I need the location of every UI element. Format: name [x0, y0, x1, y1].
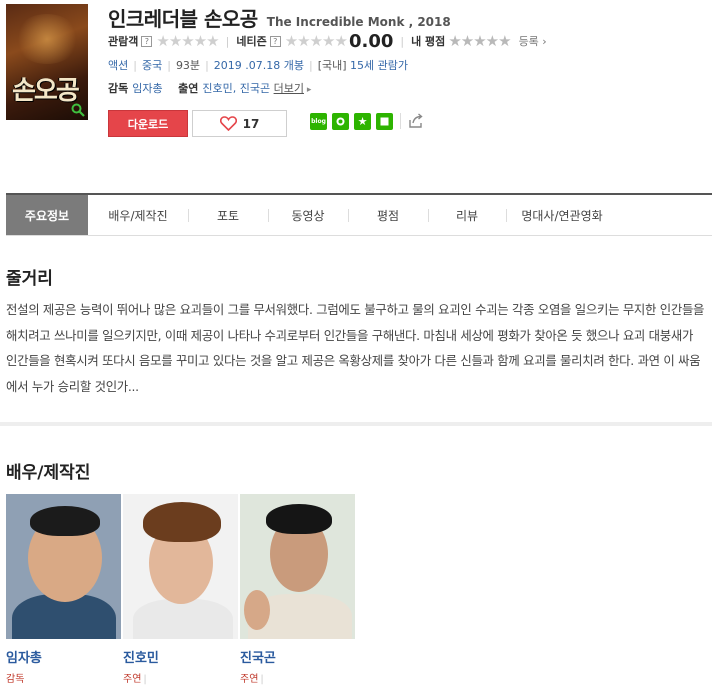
- rating-row: 관람객 ? ★★★★★ | 네티즌 ? ★★★★★ 0.00 | 내 평점 ★★…: [108, 30, 547, 52]
- tab-bar: 주요정보 배우/제작진 포토 동영상 평점 리뷰 명대사/연관영화: [6, 193, 712, 236]
- runtime: 93분: [175, 59, 201, 72]
- divider: |: [205, 59, 209, 72]
- divider: |: [133, 59, 137, 72]
- divider: |: [225, 34, 230, 48]
- grade-prefix: [국내]: [317, 59, 347, 72]
- cast-card[interactable]: 진호민 주연 |: [123, 494, 238, 685]
- tab-photo[interactable]: 포토: [188, 195, 268, 235]
- tab-rating[interactable]: 평점: [348, 195, 428, 235]
- download-button[interactable]: 다운로드: [108, 110, 188, 137]
- audience-stars: ★★★★★: [156, 32, 219, 50]
- poster-glow: [14, 14, 80, 64]
- photo-figure: [133, 599, 233, 639]
- my-rating-stars[interactable]: ★★★★★: [448, 32, 511, 50]
- country-link[interactable]: 중국: [142, 59, 162, 72]
- divider: |: [400, 34, 405, 48]
- register-rating-link[interactable]: 등록 ›: [519, 33, 547, 49]
- cast-card[interactable]: 임자총 감독: [6, 494, 121, 685]
- blog-icon[interactable]: blog: [310, 112, 327, 130]
- photo-figure: [143, 502, 221, 542]
- person-role-label: 주연: [123, 674, 142, 685]
- zoom-icon[interactable]: [71, 103, 85, 117]
- help-icon[interactable]: ?: [269, 35, 281, 47]
- director-label: 감독: [108, 82, 129, 95]
- share-icon[interactable]: [407, 112, 425, 130]
- person-role-label: 감독: [6, 674, 25, 685]
- cast-card[interactable]: 진국곤 주연 |: [240, 494, 355, 685]
- release-date-link[interactable]: 2019 .07.18 개봉: [214, 59, 304, 72]
- movie-title-en: The Incredible Monk , 2018: [266, 15, 451, 29]
- movie-title: 인크레더블 손오공: [108, 7, 258, 31]
- tab-video[interactable]: 동영상: [268, 195, 348, 235]
- help-icon[interactable]: ?: [141, 35, 153, 47]
- netizen-score: 0.00: [348, 30, 394, 52]
- cast-label: 출연: [178, 82, 199, 95]
- person-photo[interactable]: [240, 494, 355, 639]
- tab-main-info[interactable]: 주요정보: [6, 195, 88, 235]
- divider: |: [260, 674, 264, 685]
- tab-cast-crew[interactable]: 배우/제작진: [88, 195, 188, 235]
- person-role: 주연 |: [123, 670, 238, 685]
- divider: |: [167, 59, 171, 72]
- grade-link[interactable]: 15세 관람가: [350, 59, 408, 72]
- person-name[interactable]: 진국곤: [240, 647, 355, 666]
- cast-links[interactable]: 진호민, 진국곤: [202, 82, 270, 95]
- person-name[interactable]: 진호민: [123, 647, 238, 666]
- netizen-stars: ★★★★★: [284, 32, 348, 50]
- heart-icon: [219, 116, 237, 131]
- star-icon[interactable]: ★: [354, 112, 371, 130]
- director-link[interactable]: 임자총: [132, 82, 162, 95]
- synopsis-heading: 줄거리: [6, 269, 53, 289]
- movie-title-row: 인크레더블 손오공 The Incredible Monk , 2018: [108, 3, 451, 32]
- like-count: 17: [242, 116, 260, 131]
- genre-link[interactable]: 액션: [108, 59, 128, 72]
- person-photo[interactable]: [6, 494, 121, 639]
- person-name[interactable]: 임자총: [6, 647, 121, 666]
- tab-quotes-related[interactable]: 명대사/연관영화: [506, 195, 618, 235]
- person-role: 감독: [6, 670, 121, 685]
- my-rating-label: 내 평점: [411, 35, 446, 48]
- audience-rating-label: 관람객: [108, 35, 139, 48]
- more-link[interactable]: 더보기: [274, 82, 304, 95]
- cafe-icon[interactable]: [332, 112, 349, 130]
- movie-info-row: 액션 | 중국 | 93분 | 2019 .07.18 개봉 | [국내] 15세 관람가: [108, 57, 408, 73]
- arrow-right-icon: ▸: [303, 85, 312, 95]
- netizen-rating-label: 네티즌: [236, 35, 267, 48]
- divider: |: [309, 59, 313, 72]
- share-icons: blog ★: [310, 112, 425, 130]
- divider: |: [143, 674, 147, 685]
- photo-figure: [266, 504, 332, 534]
- tab-review[interactable]: 리뷰: [428, 195, 506, 235]
- person-photo[interactable]: [123, 494, 238, 639]
- movie-poster[interactable]: 손오공: [6, 4, 88, 120]
- divider: [400, 113, 401, 129]
- like-button[interactable]: 17: [192, 110, 287, 137]
- cast-heading: 배우/제작진: [6, 463, 91, 483]
- credit-row: 감독 임자총 출연 진호민, 진국곤 더보기 ▸: [108, 80, 311, 96]
- photo-figure: [30, 506, 100, 536]
- section-divider: [0, 422, 712, 426]
- synopsis-text: 전설의 제공은 능력이 뛰어나 많은 요괴들이 그를 무서워했다. 그럼에도 불…: [6, 302, 705, 394]
- register-label: 등록: [518, 35, 539, 48]
- band-icon[interactable]: [376, 112, 393, 130]
- person-role-label: 주연: [240, 674, 259, 685]
- poster-title: 손오공: [12, 76, 80, 106]
- photo-figure: [244, 590, 270, 630]
- person-role: 주연 |: [240, 670, 355, 685]
